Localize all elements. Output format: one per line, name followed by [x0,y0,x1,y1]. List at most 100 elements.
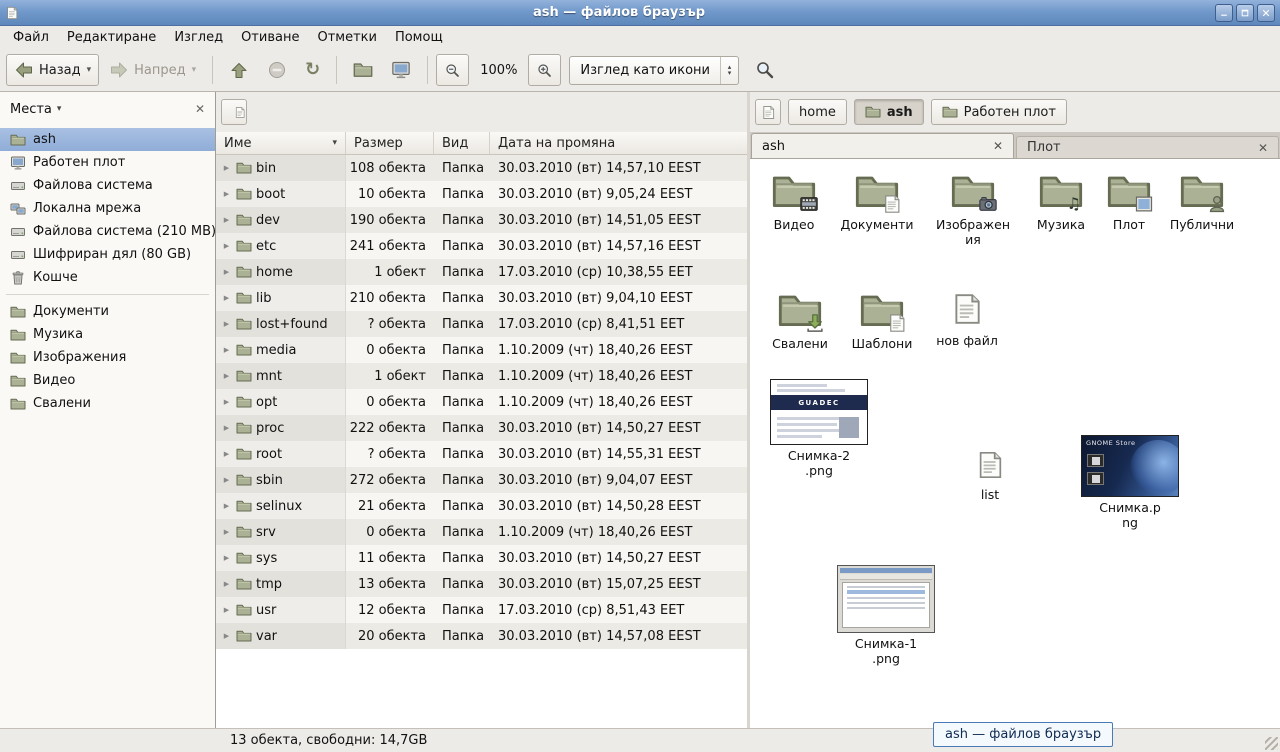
icon-snimka[interactable]: GNOME Store Снимка.png [1080,435,1180,530]
sidebar-item-downloads[interactable]: Свалени [0,392,215,415]
expander-icon[interactable]: ▶ [221,502,232,510]
minimize-button[interactable] [1215,4,1233,22]
table-row[interactable]: ▶home1 обектПапка17.03.2010 (ср) 10,38,5… [216,259,747,285]
expander-icon[interactable]: ▶ [221,528,232,536]
expander-icon[interactable]: ▶ [221,476,232,484]
back-dropdown-icon[interactable]: ▾ [87,65,92,75]
breadcrumb-ash[interactable]: ash [854,99,924,125]
expander-icon[interactable]: ▶ [221,606,232,614]
sidebar-item-filesystem[interactable]: Файлова система [0,174,215,197]
sidebar-item-music[interactable]: Музика [0,323,215,346]
sidebar-item-encrypted-80gb[interactable]: Шифриран дял (80 GB) [0,243,215,266]
table-row[interactable]: ▶lib210 обектаПапка30.03.2010 (вт) 9,04,… [216,285,747,311]
expander-icon[interactable]: ▶ [221,372,232,380]
expander-icon[interactable]: ▶ [221,398,232,406]
table-row[interactable]: ▶bin108 обектаПапка30.03.2010 (вт) 14,57… [216,155,747,181]
menu-view[interactable]: Изглед [165,28,232,47]
menu-help[interactable]: Помощ [386,28,452,47]
computer-button[interactable] [383,54,419,86]
column-header-size[interactable]: Размер [346,132,434,154]
icon-templates[interactable]: Шаблони [843,288,921,351]
column-header-name[interactable]: Име▾ [216,132,346,154]
maximize-button[interactable] [1236,4,1254,22]
sidebar-close-icon[interactable]: ✕ [195,102,205,116]
expander-icon[interactable]: ▶ [221,190,232,198]
icon-downloads[interactable]: Свалени [761,288,839,351]
icon-desktop[interactable]: Плот [1090,169,1168,232]
sidebar-item-documents[interactable]: Документи [0,300,215,323]
chevron-down-icon[interactable]: ▾ [57,104,62,114]
sidebar-item-pictures[interactable]: Изображения [0,346,215,369]
table-row[interactable]: ▶proc222 обектаПапка30.03.2010 (вт) 14,5… [216,415,747,441]
location-toggle-button[interactable] [755,99,781,125]
menu-bookmarks[interactable]: Отметки [308,28,385,47]
sidebar-item-filesystem-210mb[interactable]: Файлова система (210 MB) [0,220,215,243]
sidebar-item-desktop[interactable]: Работен плот [0,151,215,174]
resize-grip[interactable] [1265,737,1278,750]
sidebar-item-ash[interactable]: ash [0,128,215,151]
expander-icon[interactable]: ▶ [221,268,232,276]
expander-icon[interactable]: ▶ [221,346,232,354]
stop-button[interactable] [259,54,295,86]
icon-snimka-2[interactable]: GUADEC Снимка-2.png [769,379,869,478]
close-button[interactable] [1257,4,1275,22]
sidebar-item-network[interactable]: Локална мрежа [0,197,215,220]
menu-go[interactable]: Отиване [232,28,308,47]
table-row[interactable]: ▶selinux21 обектаПапка30.03.2010 (вт) 14… [216,493,747,519]
expander-icon[interactable]: ▶ [221,554,232,562]
table-row[interactable]: ▶opt0 обектаПапка1.10.2009 (чт) 18,40,26… [216,389,747,415]
expander-icon[interactable]: ▶ [221,216,232,224]
table-row[interactable]: ▶dev190 обектаПапка30.03.2010 (вт) 14,51… [216,207,747,233]
table-row[interactable]: ▶var20 обектаПапка30.03.2010 (вт) 14,57,… [216,623,747,649]
menu-edit[interactable]: Редактиране [58,28,165,47]
breadcrumb-home[interactable]: home [788,99,847,125]
sidebar-title[interactable]: Места [10,102,52,117]
table-row[interactable]: ▶root? обектаПапка30.03.2010 (вт) 14,55,… [216,441,747,467]
tab-close-icon[interactable]: ✕ [1250,141,1268,155]
column-header-kind[interactable]: Вид [434,132,490,154]
tab-ash[interactable]: ash✕ [751,133,1014,158]
icon-public[interactable]: Публични [1163,169,1241,232]
tab-close-icon[interactable]: ✕ [985,139,1003,153]
zoom-in-button[interactable] [528,54,561,86]
icon-snimka-1[interactable]: Снимка-1.png [836,565,936,666]
up-button[interactable] [221,54,257,86]
icon-video[interactable]: Видео [755,169,833,232]
table-row[interactable]: ▶lost+found? обектаПапка17.03.2010 (ср) … [216,311,747,337]
combo-spinner-icon[interactable]: ▴ ▾ [720,57,738,84]
icon-list[interactable]: list [951,446,1029,502]
table-row[interactable]: ▶sbin272 обектаПапка30.03.2010 (вт) 9,04… [216,467,747,493]
column-header-date[interactable]: Дата на промяна [490,132,747,154]
view-mode-combo[interactable]: Изглед като икони ▴ ▾ [569,56,739,85]
tab-plot[interactable]: Плот✕ [1016,136,1279,158]
breadcrumb-desktop[interactable]: Работен плот [931,99,1067,125]
table-row[interactable]: ▶mnt1 обектПапка1.10.2009 (чт) 18,40,26 … [216,363,747,389]
search-button[interactable] [747,54,783,86]
expander-icon[interactable]: ▶ [221,580,232,588]
icon-pictures[interactable]: Изображения [934,169,1012,247]
table-row[interactable]: ▶boot10 обектаПапка30.03.2010 (вт) 9,05,… [216,181,747,207]
expander-icon[interactable]: ▶ [221,320,232,328]
zoom-out-button[interactable] [436,54,469,86]
table-row[interactable]: ▶tmp13 обектаПапка30.03.2010 (вт) 15,07,… [216,571,747,597]
sidebar-item-trash[interactable]: Кошче [0,266,215,289]
sidebar-item-videos[interactable]: Видео [0,369,215,392]
titlebar[interactable]: ash — файлов браузър [0,0,1280,26]
expander-icon[interactable]: ▶ [221,294,232,302]
table-row[interactable]: ▶usr12 обектаПапка17.03.2010 (ср) 8,51,4… [216,597,747,623]
expander-icon[interactable]: ▶ [221,450,232,458]
location-toggle-button[interactable] [221,99,247,125]
expander-icon[interactable]: ▶ [221,632,232,640]
icon-view[interactable]: Видео Документи Изображения ♫ Музика Пло… [750,159,1280,728]
table-row[interactable]: ▶sys11 обектаПапка30.03.2010 (вт) 14,50,… [216,545,747,571]
home-button[interactable] [345,54,381,86]
icon-new-file[interactable]: нов файл [928,288,1006,348]
expander-icon[interactable]: ▶ [221,424,232,432]
table-row[interactable]: ▶media0 обектаПапка1.10.2009 (чт) 18,40,… [216,337,747,363]
expander-icon[interactable]: ▶ [221,242,232,250]
forward-button[interactable]: Напред ▾ [101,54,204,86]
table-row[interactable]: ▶srv0 обектаПапка1.10.2009 (чт) 18,40,26… [216,519,747,545]
menu-file[interactable]: Файл [4,28,58,47]
table-row[interactable]: ▶etc241 обектаПапка30.03.2010 (вт) 14,57… [216,233,747,259]
icon-documents[interactable]: Документи [838,169,916,232]
